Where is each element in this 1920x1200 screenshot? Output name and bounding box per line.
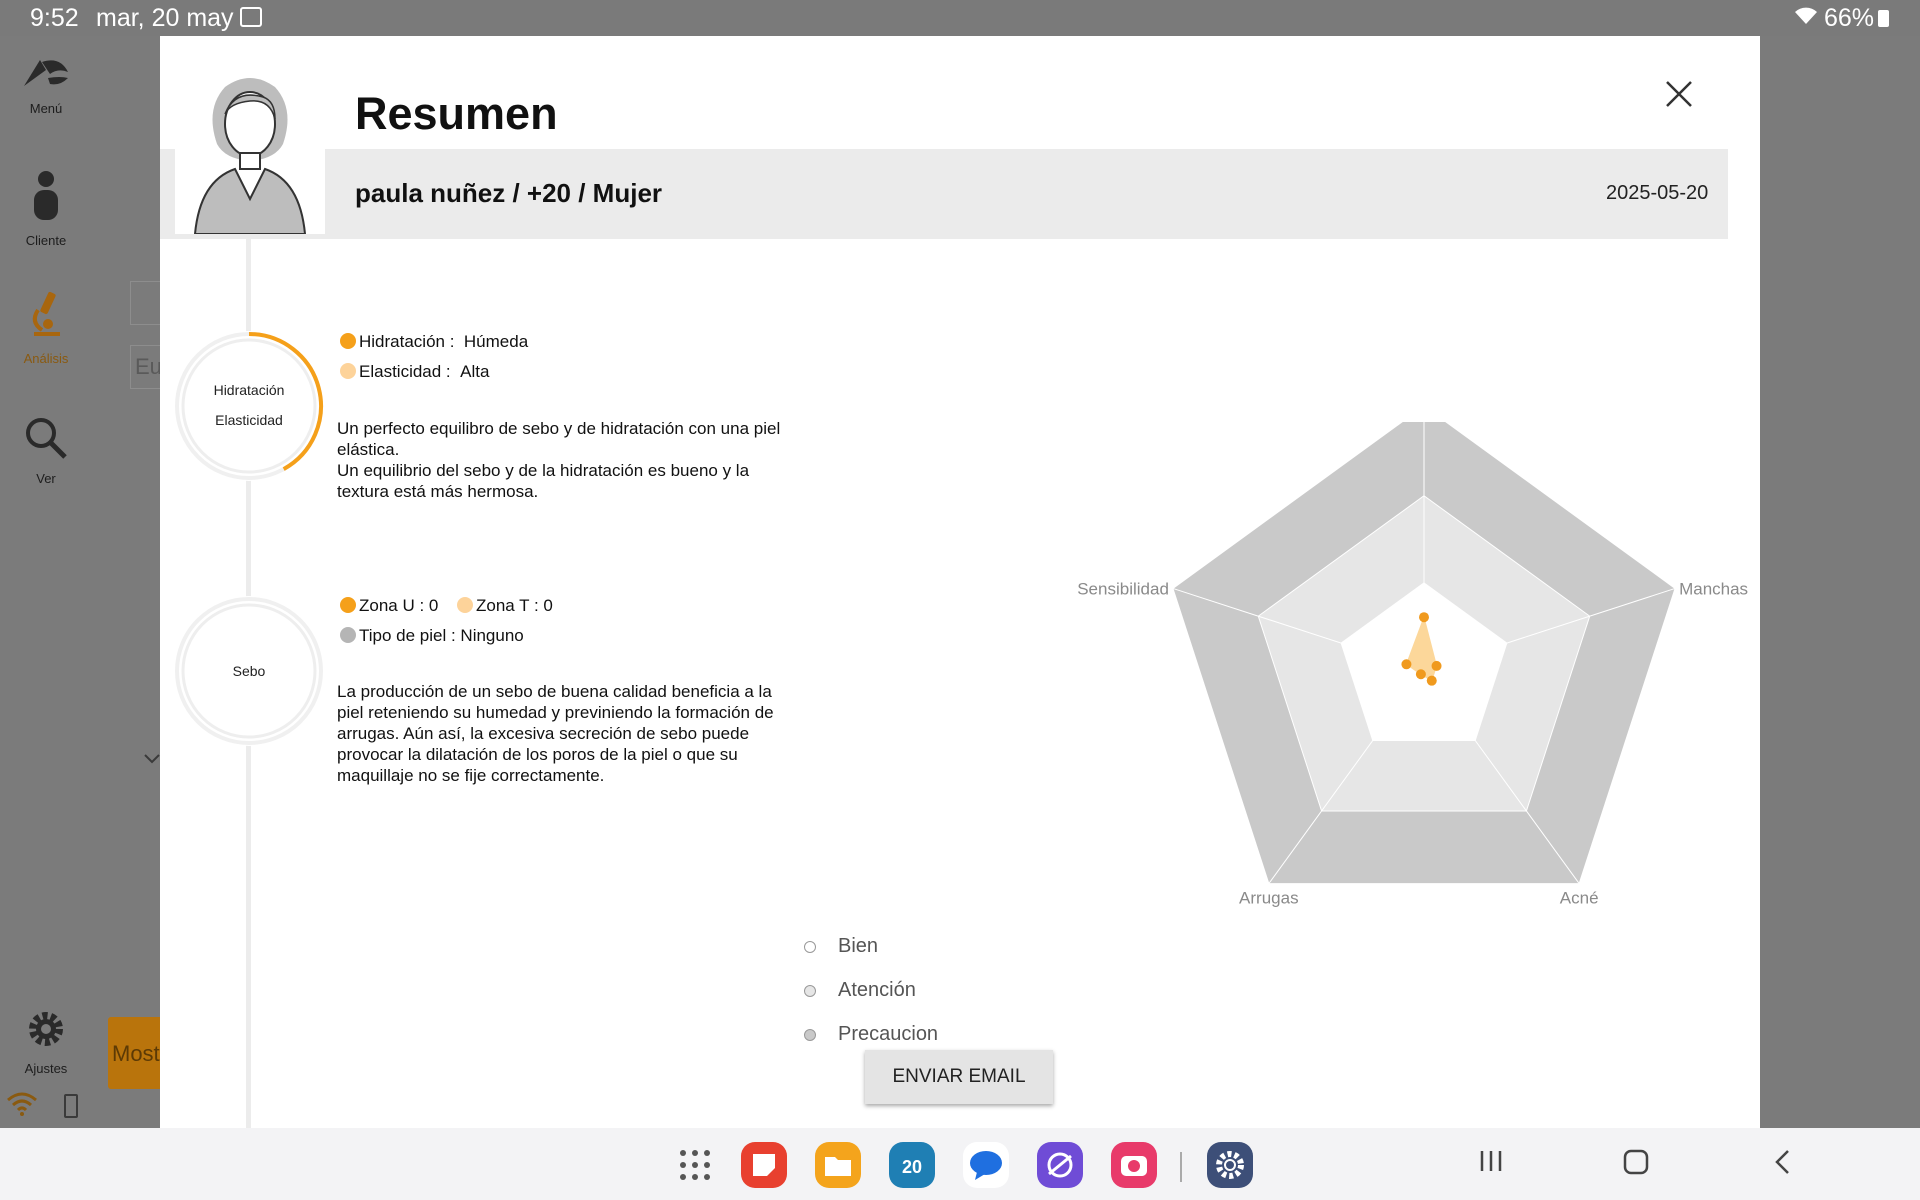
sidebar-item-menu[interactable]: Menú <box>0 56 92 116</box>
legend-dot <box>340 333 356 349</box>
search-icon <box>0 416 92 463</box>
close-button[interactable] <box>1654 69 1704 119</box>
legend-zona-t: Zona T : 0 <box>457 596 553 616</box>
radar-point <box>1419 612 1429 623</box>
legend-text: Precaucion <box>838 1023 939 1045</box>
microscope-icon <box>0 290 92 343</box>
sidebar-item-ver[interactable]: Ver <box>0 416 92 486</box>
sidebar-item-label: Menú <box>29 101 63 116</box>
device-battery-icon <box>64 1094 78 1118</box>
radar-point <box>1401 659 1412 670</box>
sebum-description: La producción de un sebo de buena calida… <box>337 682 774 785</box>
legend-dot <box>457 597 473 613</box>
files-app-icon[interactable] <box>815 1142 861 1188</box>
legend-zona-u: Zona U : 0 <box>340 596 438 616</box>
close-icon <box>1654 81 1704 123</box>
menu-logo-icon <box>0 56 92 93</box>
home-icon <box>1622 1149 1650 1183</box>
calendar-app-icon[interactable]: 20 <box>889 1142 935 1188</box>
notes-app-icon[interactable] <box>741 1142 787 1188</box>
taskbar-divider <box>1180 1152 1182 1182</box>
sidebar-item-cliente[interactable]: Cliente <box>0 170 92 248</box>
send-email-button[interactable]: ENVIAR EMAIL <box>865 1050 1053 1104</box>
messages-app-icon[interactable] <box>963 1142 1009 1188</box>
legend-label: Tipo de piel : Ninguno <box>359 626 524 645</box>
legend-label: Elasticidad : <box>359 362 451 381</box>
sidebar-item-label: Ver <box>36 471 56 486</box>
legend-swatch <box>804 1029 816 1041</box>
legend-value: Húmeda <box>463 332 529 351</box>
camera-app-icon[interactable] <box>1111 1142 1157 1188</box>
battery-percent: 66% <box>1824 4 1875 32</box>
ring-label-hidratacion: Hidratación <box>213 382 285 398</box>
wifi-icon <box>1793 6 1819 32</box>
legend-dot <box>340 363 356 379</box>
background-show-button: Most <box>108 1017 160 1089</box>
avatar <box>175 69 325 235</box>
legend-text: Bien <box>838 935 879 957</box>
gallery-notification-icon <box>240 7 262 27</box>
client-summary: paula nuñez / +20 / Mujer <box>355 178 663 208</box>
background-input-text: Eu <box>130 345 160 389</box>
legend-swatch <box>804 985 816 997</box>
background-input <box>130 281 160 325</box>
legend-elasticidad: Elasticidad : Alta <box>340 362 489 382</box>
back-button[interactable] <box>1772 1148 1792 1184</box>
legend-swatch <box>804 941 816 953</box>
legend-label: Zona U : 0 <box>359 596 439 615</box>
legend-dot <box>340 597 356 613</box>
person-icon <box>0 170 92 225</box>
sidebar-item-label: Cliente <box>25 233 67 248</box>
wifi-status-icon <box>6 1092 38 1122</box>
battery-icon <box>1878 10 1889 27</box>
sebum-ring: Sebo <box>174 596 324 746</box>
legend-dot <box>340 627 356 643</box>
sidebar-item-label: Análisis <box>23 351 69 366</box>
radar-axis-label: Manchas <box>1679 579 1748 598</box>
analysis-date: 2025-05-20 <box>1606 182 1709 204</box>
radar-point <box>1431 660 1442 671</box>
radar-axis-label: Sensibilidad <box>1077 579 1169 598</box>
radar-axis-label: Arrugas <box>1239 889 1299 908</box>
status-date: mar, 20 may <box>96 4 234 32</box>
status-bar: 9:52 mar, 20 may 66% <box>0 0 1920 36</box>
sidebar-item-label: Ajustes <box>24 1061 68 1076</box>
hydration-description: Un perfecto equilibro de sebo y de hidra… <box>337 419 781 501</box>
sidebar-item-analisis[interactable]: Análisis <box>0 290 92 366</box>
gear-icon <box>0 1008 92 1053</box>
summary-dialog: Resumen paula nuñez / +20 / Mujer 2025-0… <box>160 36 1760 1128</box>
sidebar-item-ajustes[interactable]: Ajustes <box>0 1008 92 1076</box>
radar-point <box>1426 675 1437 686</box>
status-time: 9:52 <box>30 4 79 32</box>
radar-axis-label: Acné <box>1560 889 1599 908</box>
ring-label-sebo: Sebo <box>232 663 266 679</box>
apps-grid-icon[interactable] <box>672 1142 718 1188</box>
settings-app-icon[interactable] <box>1207 1142 1253 1188</box>
ring-label-elasticidad: Elasticidad <box>215 412 283 428</box>
home-button[interactable] <box>1622 1148 1650 1184</box>
sidebar: Menú Cliente Análisis Ver Ajustes <box>0 36 92 1128</box>
chevron-down-icon <box>144 748 160 769</box>
page-title: Resumen <box>355 88 558 139</box>
radar-chart: PoroManchasAcnéArrugasSensibilidad <box>1077 422 1748 908</box>
legend-label: Hidratación : <box>359 332 455 351</box>
back-icon <box>1772 1150 1792 1183</box>
legend-tipo-piel: Tipo de piel : Ninguno <box>340 626 524 646</box>
internet-app-icon[interactable] <box>1037 1142 1083 1188</box>
recents-button[interactable] <box>1478 1148 1504 1182</box>
recents-icon <box>1478 1148 1504 1181</box>
hydration-ring: Hidratación Elasticidad <box>174 331 324 481</box>
legend-label: Zona T : 0 <box>476 596 553 615</box>
radar-point <box>1415 669 1426 680</box>
legend-hidratacion: Hidratación : Húmeda <box>340 332 528 352</box>
legend-value: Alta <box>460 362 490 381</box>
legend-text: Atención <box>838 979 916 1001</box>
